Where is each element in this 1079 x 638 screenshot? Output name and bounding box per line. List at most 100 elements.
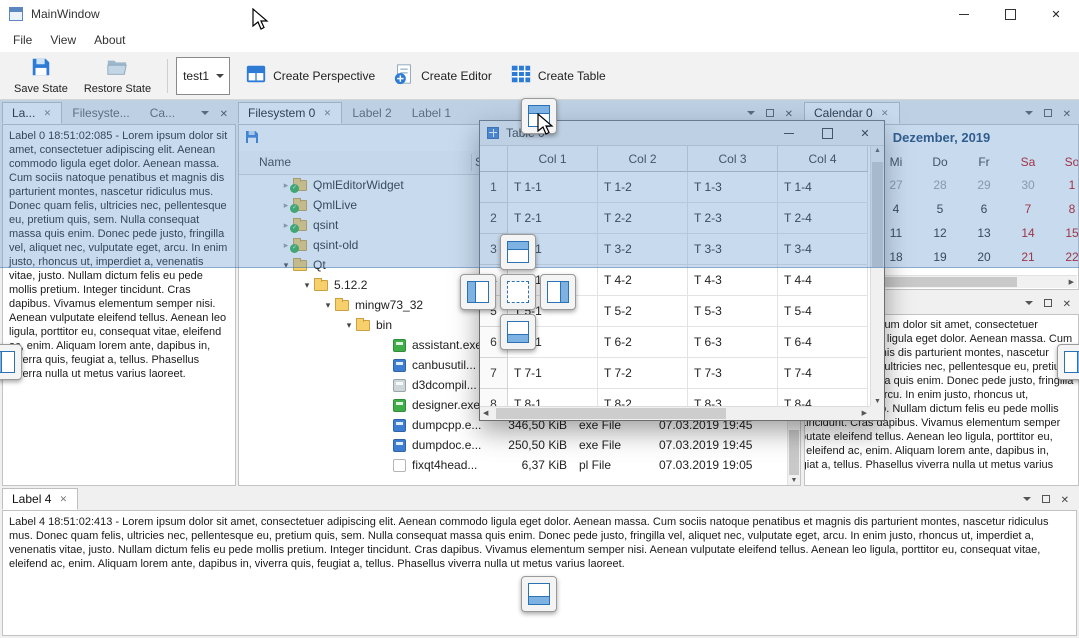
table-cell[interactable]: T 4-4 [778, 265, 868, 296]
collapse-arrow-icon[interactable] [321, 300, 335, 311]
dock-close-icon[interactable] [1063, 296, 1071, 310]
menu-view[interactable]: View [41, 33, 85, 47]
title-bar[interactable]: MainWindow [0, 0, 1079, 28]
app-icon [9, 7, 23, 21]
pl-file-icon [393, 459, 406, 472]
tree-row[interactable]: dumpdoc.e...250,50 KiBexe File07.03.2019… [239, 435, 787, 455]
label4-dock-tabbar: Label 4 [2, 488, 1077, 510]
exe-file-icon [393, 399, 406, 412]
menu-bar: File View About [0, 28, 1079, 52]
scroll-right-arrow[interactable] [1069, 276, 1074, 288]
dock-bottom-icon [528, 583, 550, 605]
scroll-left-arrow[interactable] [483, 407, 488, 420]
file-date: 07.03.2019 19:45 [659, 438, 752, 452]
table-cell[interactable]: T 8-1 [508, 389, 598, 406]
tree-row[interactable]: fixqt4head...6,37 KiBpl File07.03.2019 1… [239, 455, 787, 475]
perspective-combobox[interactable]: test1 [176, 57, 230, 95]
table-cell[interactable]: T 7-2 [598, 358, 688, 389]
table-row: 8T 8-1T 8-2T 8-3T 8-4 [480, 389, 870, 406]
folder-open-icon [106, 56, 128, 81]
file-size: 6,37 KiB [475, 458, 567, 472]
menu-file[interactable]: File [4, 33, 41, 47]
create-table-button[interactable]: Create Table [501, 59, 615, 92]
main-toolbar: Save State Restore State test1 Create Pe… [0, 52, 1079, 100]
dock-close-icon[interactable] [1061, 492, 1069, 506]
dock-left-icon [0, 351, 15, 373]
close-button[interactable] [1033, 0, 1079, 28]
label4-text: Label 4 18:51:02:413 - Lorem ipsum dolor… [3, 511, 1076, 575]
scroll-right-arrow[interactable] [862, 407, 867, 420]
exe-file-icon [393, 359, 406, 372]
drag-cursor [537, 113, 555, 140]
table-cell[interactable]: T 4-2 [598, 265, 688, 296]
table-cell[interactable]: T 5-3 [688, 296, 778, 327]
scroll-down-arrow[interactable] [788, 477, 800, 484]
minimize-button[interactable] [941, 0, 987, 28]
table-cell[interactable]: T 7-4 [778, 358, 868, 389]
dock-menu-icon[interactable] [1025, 297, 1033, 309]
table-row: 6T 6-1T 6-2T 6-3T 6-4 [480, 327, 870, 358]
editor-plus-icon [393, 63, 415, 88]
drop-indicator-window-left[interactable] [0, 344, 22, 380]
table-cell[interactable]: T 4-3 [688, 265, 778, 296]
maximize-button[interactable] [987, 0, 1033, 28]
dll-file-icon [393, 379, 406, 392]
label4-content: Label 4 18:51:02:413 - Lorem ipsum dolor… [2, 510, 1077, 636]
table-cell[interactable]: T 8-2 [598, 389, 688, 406]
dock-menu-icon[interactable] [1023, 493, 1031, 505]
row-header[interactable]: 7 [480, 358, 508, 389]
file-date: 07.03.2019 19:05 [659, 458, 752, 472]
dock-float-icon[interactable] [1044, 299, 1052, 307]
table-cell[interactable]: T 5-4 [778, 296, 868, 327]
toolbar-separator [167, 59, 168, 93]
table-cell[interactable]: T 6-4 [778, 327, 868, 358]
scrollbar-thumb[interactable] [789, 430, 799, 475]
scrollbar-thumb[interactable] [496, 408, 726, 419]
folder-icon [314, 280, 328, 291]
table-cell[interactable]: T 8-4 [778, 389, 868, 406]
dock-right-icon [547, 281, 569, 303]
file-size: 250,50 KiB [475, 438, 567, 452]
scroll-down-arrow[interactable] [871, 398, 884, 405]
file-type: pl File [579, 458, 611, 472]
exe-file-icon [393, 419, 406, 432]
perspective-icon [245, 63, 267, 88]
table-cell[interactable]: T 6-2 [598, 327, 688, 358]
window-title: MainWindow [31, 7, 100, 21]
table-cell[interactable]: T 8-3 [688, 389, 778, 406]
menu-about[interactable]: About [85, 33, 134, 47]
mouse-cursor [252, 8, 270, 35]
collapse-arrow-icon[interactable] [342, 320, 356, 331]
dock-center-icon [507, 281, 529, 303]
table-grid-icon [510, 63, 532, 88]
dock-label4: Label 4 Label 4 18:51:02:413 - Lorem ips… [2, 488, 1077, 636]
save-state-button[interactable]: Save State [6, 53, 76, 98]
row-header[interactable]: 8 [480, 389, 508, 406]
tab-label4[interactable]: Label 4 [2, 488, 78, 510]
table-cell[interactable]: T 7-1 [508, 358, 598, 389]
table-cell[interactable]: T 5-2 [598, 296, 688, 327]
dock-top-icon [507, 241, 529, 263]
drop-indicator-window-bottom[interactable] [521, 576, 557, 612]
drop-indicator-area-left[interactable] [460, 274, 496, 310]
dock-right-icon [1064, 351, 1079, 373]
table-horizontal-scrollbar[interactable] [480, 406, 870, 420]
tab-close-icon[interactable] [58, 494, 68, 504]
collapse-arrow-icon[interactable] [300, 280, 314, 291]
drop-indicator-area-center[interactable] [500, 274, 536, 310]
create-editor-button[interactable]: Create Editor [384, 59, 501, 92]
dock-bottom-icon [507, 321, 529, 343]
label5-dock-buttons [1025, 292, 1079, 314]
exe-file-icon [393, 339, 406, 352]
dock-float-icon[interactable] [1042, 495, 1050, 503]
label4-dock-buttons [1023, 488, 1077, 510]
drop-indicator-area-top[interactable] [500, 234, 536, 270]
create-perspective-button[interactable]: Create Perspective [236, 59, 384, 92]
table-cell[interactable]: T 6-3 [688, 327, 778, 358]
dock-left-icon [467, 281, 489, 303]
restore-state-button[interactable]: Restore State [76, 53, 159, 98]
drop-indicator-area-bottom[interactable] [500, 314, 536, 350]
table-cell[interactable]: T 7-3 [688, 358, 778, 389]
drop-indicator-area-right[interactable] [540, 274, 576, 310]
drop-indicator-window-right[interactable] [1057, 344, 1079, 380]
